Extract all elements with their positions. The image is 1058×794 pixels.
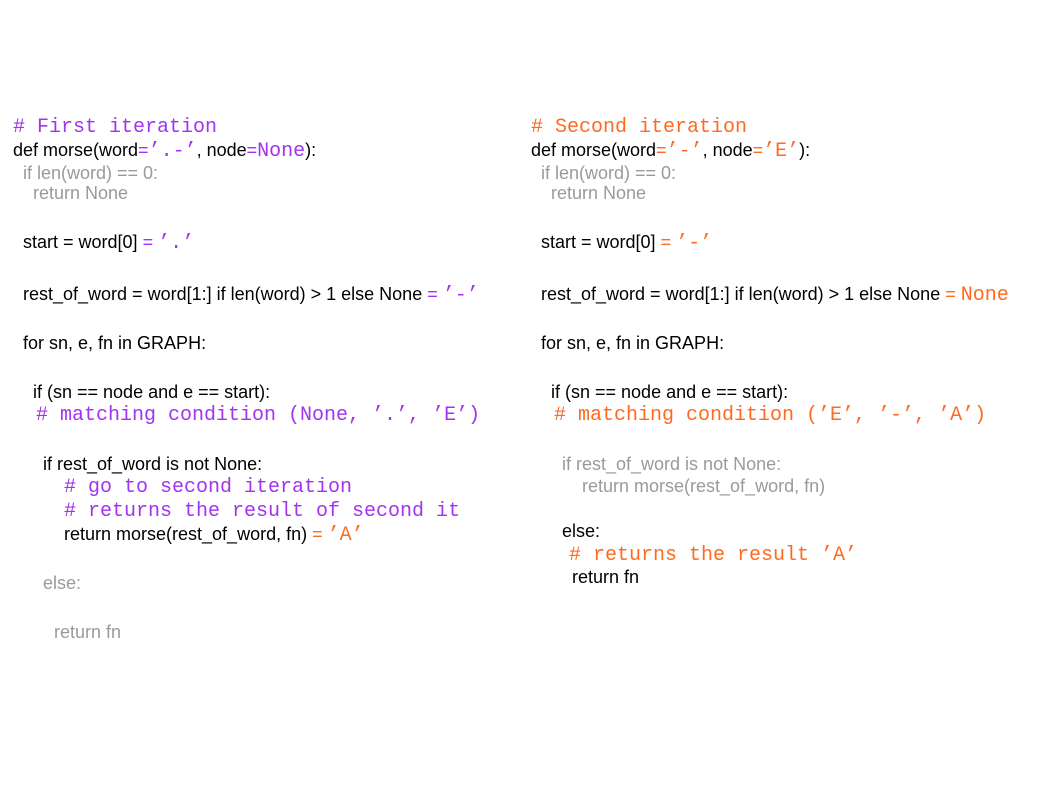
code-literal: # returns the result of second it [64,500,461,523]
code-text: return fn [572,567,640,587]
code-text: def morse(word [13,140,139,160]
code-text: if rest_of_word is not None: [43,454,263,474]
code-literal: ’-’ [676,232,713,255]
code-text: def morse(word [531,140,657,160]
code-text: = [752,140,764,160]
code-line: # matching condition (’E’, ’-’, ’A’) [554,403,986,427]
code-literal: # matching condition (None, ’.’, ’E’) [36,404,481,427]
code-line: rest_of_word = word[1:] if len(word) > 1… [23,283,479,307]
code-literal: # matching condition (’E’, ’-’, ’A’) [554,404,987,427]
code-text: if (sn == node and e == start): [33,382,271,402]
code-text: if (sn == node and e == start): [551,382,789,402]
code-text: else: [562,521,601,541]
code-line: start = word[0] = ’.’ [23,231,194,255]
code-line: # First iteration [13,115,217,139]
code-text: rest_of_word = word[1:] if len(word) > 1… [23,284,428,304]
code-text: = [945,284,961,304]
code-line: def morse(word=’.-’, node=None): [13,139,316,163]
code-literal: ’A’ [327,524,364,547]
code-line: return morse(rest_of_word, fn) = ’A’ [64,523,364,547]
code-line: else: [562,520,600,542]
code-line: if (sn == node and e == start): [33,381,270,403]
code-text: , node [196,140,247,160]
code-literal: ’-’ [442,284,479,307]
code-text: return None [551,183,647,203]
code-literal: None [960,284,1009,307]
code-text: = [312,524,328,544]
code-text: return fn [54,622,122,642]
code-text: ): [799,140,811,160]
code-line: # go to second iteration [64,475,352,499]
code-line: for sn, e, fn in GRAPH: [23,332,206,354]
code-literal: # go to second iteration [64,476,353,499]
code-text: = [142,232,159,252]
code-line: def morse(word=’-’, node=’E’): [531,139,810,163]
code-text: = [246,140,258,160]
code-text: for sn, e, fn in GRAPH: [23,333,207,353]
code-text: start = word[0] [23,232,143,252]
code-text: = [660,232,677,252]
code-line: # returns the result of second it [64,499,460,523]
code-text: if len(word) == 0: [541,163,677,183]
code-line: if rest_of_word is not None: [562,453,781,475]
code-line: for sn, e, fn in GRAPH: [541,332,724,354]
code-text: rest_of_word = word[1:] if len(word) > 1… [541,284,946,304]
code-line: if len(word) == 0: [541,162,676,184]
code-literal: # Second iteration [531,116,748,139]
code-line: else: [43,572,81,594]
code-literal: ’-’ [666,140,703,163]
code-literal: # First iteration [13,116,218,139]
code-text: = [138,140,149,160]
code-text: = [656,140,667,160]
code-text: return None [33,183,129,203]
code-text: ): [305,140,317,160]
code-line: # Second iteration [531,115,747,139]
code-text: return morse(rest_of_word, fn) [582,476,826,496]
code-text: = [427,284,443,304]
code-text: for sn, e, fn in GRAPH: [541,333,725,353]
code-text: if rest_of_word is not None: [562,454,782,474]
code-line: return None [33,182,128,204]
code-line: return fn [572,566,639,588]
code-line: return morse(rest_of_word, fn) [582,475,825,497]
code-text: if len(word) == 0: [23,163,159,183]
code-line: start = word[0] = ’-’ [541,231,712,255]
code-text: start = word[0] [541,232,661,252]
code-text: return morse(rest_of_word, fn) [64,524,313,544]
code-line: # returns the result ’A’ [569,543,857,567]
code-line: rest_of_word = word[1:] if len(word) > 1… [541,283,1009,307]
code-line: if rest_of_word is not None: [43,453,262,475]
code-line: if (sn == node and e == start): [551,381,788,403]
code-text: , node [702,140,753,160]
code-literal: ’.-’ [148,140,197,163]
code-literal: # returns the result ’A’ [569,544,858,567]
code-line: if len(word) == 0: [23,162,158,184]
code-literal: None [257,140,306,163]
code-literal: ’.’ [158,232,195,255]
code-line: # matching condition (None, ’.’, ’E’) [36,403,480,427]
code-literal: ’E’ [763,140,800,163]
code-text: else: [43,573,82,593]
code-line: return fn [54,621,121,643]
code-line: return None [551,182,646,204]
